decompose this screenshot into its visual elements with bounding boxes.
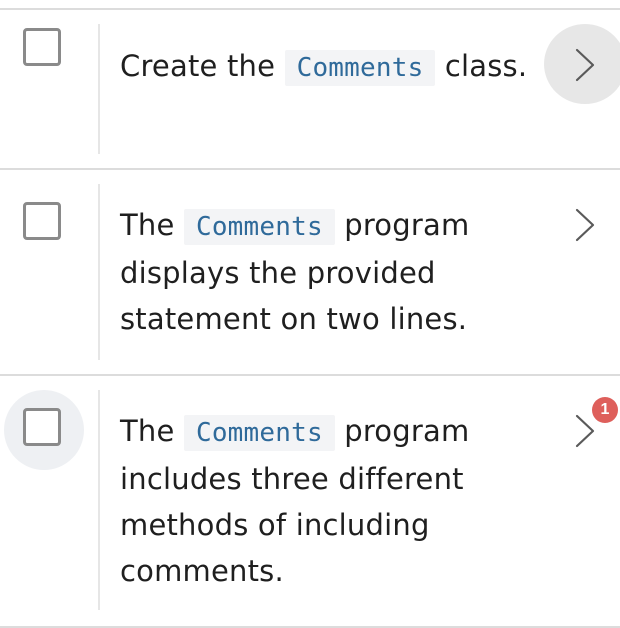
chevron-right-icon bbox=[575, 414, 595, 448]
task-1-checkbox-target[interactable] bbox=[4, 10, 84, 90]
checkbox-icon[interactable] bbox=[23, 408, 61, 446]
task-item-3: The Comments program includes three diff… bbox=[0, 376, 620, 626]
task-3-code: Comments bbox=[183, 415, 335, 451]
task-2-text-before: The bbox=[120, 208, 184, 242]
checkbox-icon[interactable] bbox=[23, 202, 61, 240]
task-2-expand-button[interactable] bbox=[544, 184, 620, 264]
task-2-separator bbox=[98, 184, 100, 360]
chevron-right-icon bbox=[575, 208, 595, 242]
notification-badge: 1 bbox=[592, 397, 618, 423]
checkbox-icon[interactable] bbox=[23, 28, 61, 66]
task-3-text-before: The bbox=[120, 414, 184, 448]
task-1-text: Create the Comments class. bbox=[120, 43, 540, 91]
task-1-text-after: class. bbox=[435, 49, 528, 83]
task-item-1: Create the Comments class. bbox=[0, 10, 620, 168]
task-1-code: Comments bbox=[284, 50, 436, 86]
task-3-separator bbox=[98, 390, 100, 610]
task-item-2: The Comments program displays the provid… bbox=[0, 170, 620, 374]
task-2-checkbox-target[interactable] bbox=[4, 184, 84, 264]
task-1-text-before: Create the bbox=[120, 49, 285, 83]
chevron-right-icon bbox=[575, 48, 595, 82]
task-1-separator bbox=[98, 24, 100, 154]
task-1-expand-button[interactable] bbox=[544, 24, 620, 104]
task-2-text: The Comments program displays the provid… bbox=[120, 202, 540, 342]
task-3-text: The Comments program includes three diff… bbox=[120, 408, 540, 594]
task-3-checkbox-target[interactable] bbox=[4, 390, 84, 470]
task-2-code: Comments bbox=[183, 209, 335, 245]
